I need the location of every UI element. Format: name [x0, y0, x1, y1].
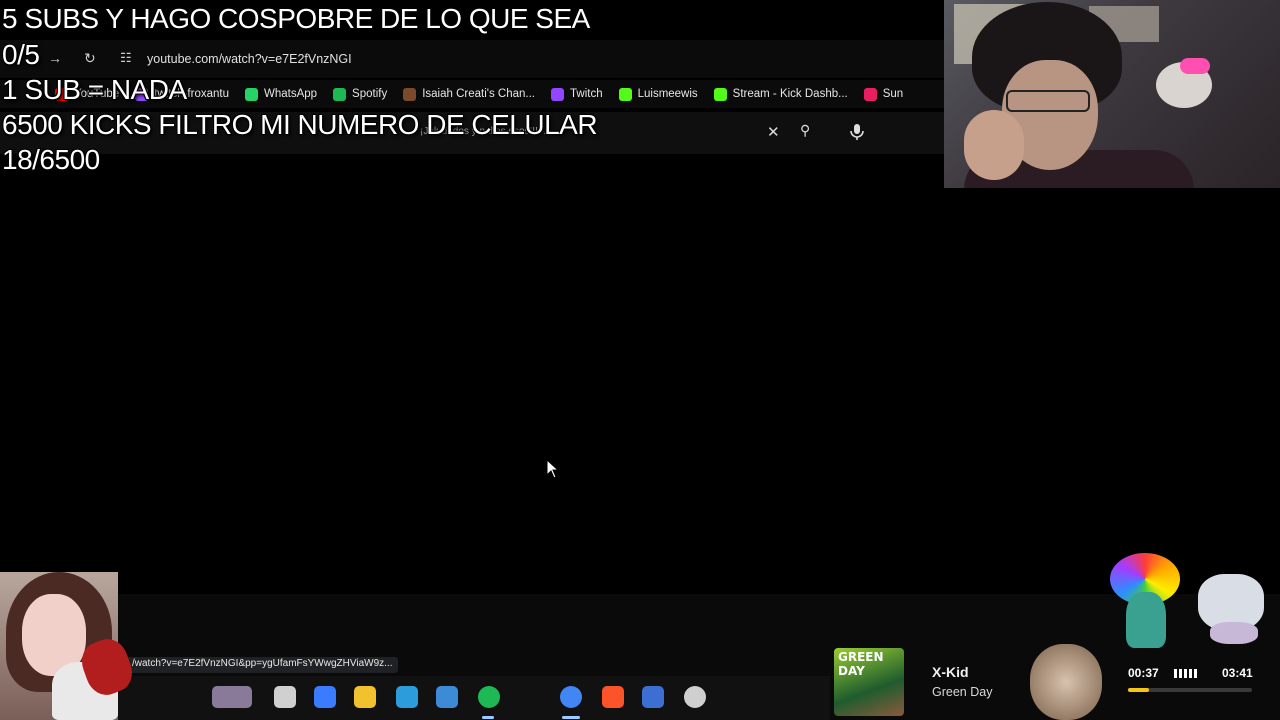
critter-base: [1210, 622, 1258, 644]
mouse-cursor-icon: [546, 459, 560, 479]
song-title: X-Kid: [932, 664, 969, 680]
bookmark-label: WhatsApp: [263, 88, 318, 100]
address-bar-area: [0, 40, 944, 78]
webcam-feed: [944, 0, 1280, 188]
store-icon[interactable]: [436, 686, 458, 708]
copilot-icon[interactable]: [314, 686, 336, 708]
reload-icon[interactable]: ↻: [84, 50, 96, 67]
album-cover-text: GREEN DAY: [838, 650, 884, 678]
window-icon[interactable]: [274, 686, 296, 708]
bookmark-label: Isaiah Creati's Chan...: [422, 88, 535, 100]
bookmark-favicon-icon: [244, 87, 258, 101]
cat-sticker: [1030, 644, 1102, 720]
forward-icon[interactable]: →: [48, 50, 62, 67]
streamer-hand: [964, 110, 1024, 180]
nav-controls: → ↻: [48, 50, 96, 67]
taskbar-active-indicator: [562, 716, 580, 719]
ccleaner-icon[interactable]: [642, 686, 664, 708]
bookmark-item[interactable]: Isaiah Creati's Chan...: [403, 87, 535, 101]
overlay-goal-kicks-count: 18/6500: [2, 144, 100, 175]
album-cover: GREEN DAY: [834, 648, 904, 716]
url-field[interactable]: youtube.com/watch?v=e7E2fVnzNGI: [147, 52, 352, 66]
file-explorer-icon[interactable]: [354, 686, 376, 708]
glasses: [1006, 90, 1090, 112]
time-current: 00:37: [1128, 666, 1159, 680]
rainbow-afro-body: [1126, 592, 1166, 648]
site-info-icon[interactable]: ☷: [120, 50, 132, 66]
song-progress-track: [1128, 688, 1252, 692]
clear-search-icon[interactable]: ✕: [767, 123, 780, 141]
bookmark-item[interactable]: WhatsApp: [244, 87, 318, 101]
pink-bow: [1180, 58, 1210, 74]
bookmark-favicon-icon: [863, 87, 877, 101]
bookmark-label: Twitch: [570, 88, 603, 100]
bookmark-label: Luismeewis: [637, 88, 698, 100]
time-total: 03:41: [1222, 666, 1253, 680]
photo-thumbnail-icon[interactable]: [212, 686, 252, 708]
overlay-goal-cosplay-count: 0/5: [2, 39, 40, 70]
bookmark-label: Stream - Kick Dashb...: [732, 88, 848, 100]
bookmark-item[interactable]: Stream - Kick Dashb...: [713, 87, 848, 101]
bookmark-favicon-icon: [713, 87, 727, 101]
obs-icon[interactable]: [684, 686, 706, 708]
chrome-icon[interactable]: [560, 686, 582, 708]
bookmark-item[interactable]: Sun: [863, 87, 904, 101]
overlay-goal-cosplay: 5 SUBS Y HAGO COSPOBRE DE LO QUE SEA: [2, 3, 590, 34]
bookmark-label: Sun: [882, 88, 904, 100]
song-artist: Green Day: [932, 685, 993, 699]
bookmark-favicon-icon: [551, 87, 564, 101]
bookmark-favicon-icon: [333, 87, 347, 101]
bookmark-item[interactable]: Luismeewis: [618, 87, 698, 101]
overlay-goal-kicks: 6500 KICKS FILTRO MI NUMERO DE CELULAR: [2, 109, 598, 140]
taskbar-active-indicator: [482, 716, 494, 719]
overlay-sub-rule: 1 SUB = NADA: [2, 74, 187, 105]
song-progress-fill: [1128, 688, 1150, 692]
status-bar-link: /watch?v=e7E2fVnzNGI&pp=ygUfamFsYWwgZHVi…: [126, 657, 399, 673]
search-icon[interactable]: ⚲: [800, 122, 810, 139]
spotify-icon[interactable]: [478, 686, 500, 708]
bookmark-item[interactable]: Spotify: [333, 87, 388, 101]
bookmark-favicon-icon: [403, 87, 417, 101]
bookmark-label: Spotify: [352, 88, 388, 100]
volume-icon: [1174, 669, 1197, 678]
brave-icon[interactable]: [602, 686, 624, 708]
bookmark-favicon-icon: [618, 87, 632, 101]
edge-icon[interactable]: [396, 686, 418, 708]
microphone-icon[interactable]: [848, 122, 866, 142]
bookmark-item[interactable]: Twitch: [551, 87, 603, 101]
